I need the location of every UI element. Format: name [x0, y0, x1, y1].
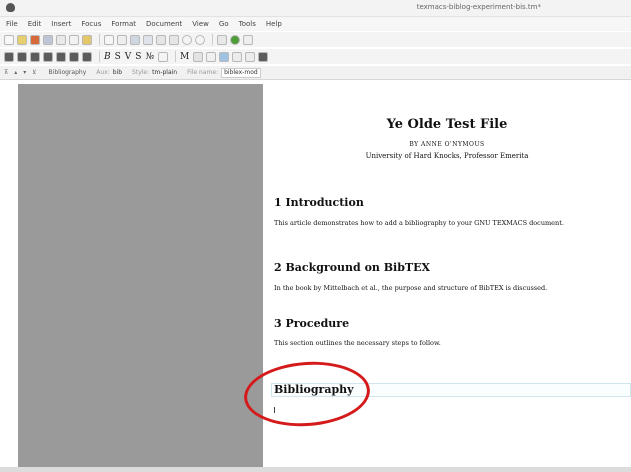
- navigation-arrows-icon[interactable]: ⊼ ▴ ▾ ⊻: [4, 69, 39, 76]
- menu-format[interactable]: Format: [111, 20, 136, 28]
- layout-icon[interactable]: [258, 51, 269, 62]
- print-icon[interactable]: [43, 34, 53, 45]
- redo-icon[interactable]: [169, 34, 179, 45]
- document-affiliation: University of Hard Knocks, Professor Eme…: [365, 152, 529, 160]
- section-heading: 2 Background on BibTEX: [274, 261, 431, 274]
- align-right-icon[interactable]: [30, 51, 40, 62]
- page-icon[interactable]: [104, 34, 114, 45]
- footnote-icon[interactable]: [245, 51, 256, 62]
- preview-icon[interactable]: [143, 34, 153, 45]
- math-button[interactable]: M: [180, 52, 189, 62]
- menu-bar: File Edit Insert Focus Format Document V…: [0, 17, 631, 31]
- section-heading: 1 Introduction: [274, 196, 364, 209]
- status-bar: [0, 467, 631, 472]
- window-title: texmacs-biblog-experiment-bis.tm*: [416, 3, 541, 11]
- bookmark-icon[interactable]: [217, 34, 227, 45]
- gnu-logo-icon[interactable]: [230, 34, 240, 45]
- file-name-label: File name:: [187, 69, 219, 76]
- main-toolbar: [0, 32, 631, 47]
- menu-tools[interactable]: Tools: [239, 20, 256, 28]
- paste-icon[interactable]: [82, 34, 92, 45]
- box-icon[interactable]: [158, 51, 168, 62]
- sans-serif-button[interactable]: S: [115, 52, 121, 62]
- title-bar: texmacs-biblog-experiment-bis.tm*: [0, 0, 631, 17]
- menu-insert[interactable]: Insert: [51, 20, 71, 28]
- section-heading: 3 Procedure: [274, 317, 350, 330]
- menu-view[interactable]: View: [192, 20, 209, 28]
- align-left-icon[interactable]: [4, 51, 14, 62]
- picture-icon[interactable]: [219, 51, 230, 62]
- back-arrow-icon[interactable]: [243, 34, 253, 45]
- grid-icon[interactable]: [206, 51, 217, 62]
- toolbar-separator: [212, 34, 213, 45]
- vector-button[interactable]: V: [125, 52, 132, 62]
- menu-go[interactable]: Go: [219, 20, 229, 28]
- document-title: Ye Olde Test File: [386, 117, 508, 132]
- save-icon[interactable]: [30, 34, 40, 45]
- small-caps-button[interactable]: S: [135, 52, 141, 62]
- file-name-input[interactable]: biblex-mod: [221, 67, 261, 78]
- section-body: In the book by Mittelbach et al., the pu…: [274, 284, 548, 292]
- list-icon[interactable]: [56, 51, 66, 62]
- link-icon[interactable]: [232, 51, 243, 62]
- align-center-icon[interactable]: [17, 51, 27, 62]
- image-icon[interactable]: [130, 34, 140, 45]
- section-body: This article demonstrates how to add a b…: [274, 219, 564, 227]
- open-folder-icon[interactable]: [17, 34, 27, 45]
- document-author: BY ANNE O'NYMOUS: [409, 141, 485, 148]
- section-body: This section outlines the necessary step…: [274, 339, 441, 347]
- menu-focus[interactable]: Focus: [81, 20, 101, 28]
- table-icon[interactable]: [193, 51, 204, 62]
- document-icon[interactable]: [117, 34, 127, 45]
- menu-help[interactable]: Help: [266, 20, 282, 28]
- cut-icon[interactable]: [69, 34, 79, 45]
- context-tag[interactable]: Bibliography: [49, 69, 87, 76]
- indent-icon[interactable]: [82, 51, 92, 62]
- copy-icon[interactable]: [56, 34, 66, 45]
- app-logo-icon: [6, 3, 15, 12]
- menu-document[interactable]: Document: [146, 20, 182, 28]
- toolbar-separator: [99, 51, 100, 62]
- format-toolbar: B S V S № M: [0, 49, 631, 64]
- style-value[interactable]: tm-plain: [152, 69, 177, 76]
- focus-bar: ⊼ ▴ ▾ ⊻ Bibliography Aux: bib Style: tm-…: [0, 66, 631, 80]
- aux-value[interactable]: bib: [113, 69, 122, 76]
- numbered-list-icon[interactable]: [69, 51, 79, 62]
- toolbar-separator: [175, 51, 176, 62]
- style-label: Style:: [132, 69, 150, 76]
- record-icon[interactable]: [182, 34, 192, 45]
- play-icon[interactable]: [195, 34, 205, 45]
- aux-label: Aux:: [96, 69, 110, 76]
- new-document-icon[interactable]: [4, 34, 14, 45]
- numero-button[interactable]: №: [145, 52, 154, 62]
- menu-edit[interactable]: Edit: [28, 20, 42, 28]
- emphasize-button[interactable]: B: [104, 52, 111, 62]
- undo-icon[interactable]: [156, 34, 166, 45]
- justify-icon[interactable]: [43, 51, 53, 62]
- menu-file[interactable]: File: [6, 20, 18, 28]
- toolbar-separator: [99, 34, 100, 45]
